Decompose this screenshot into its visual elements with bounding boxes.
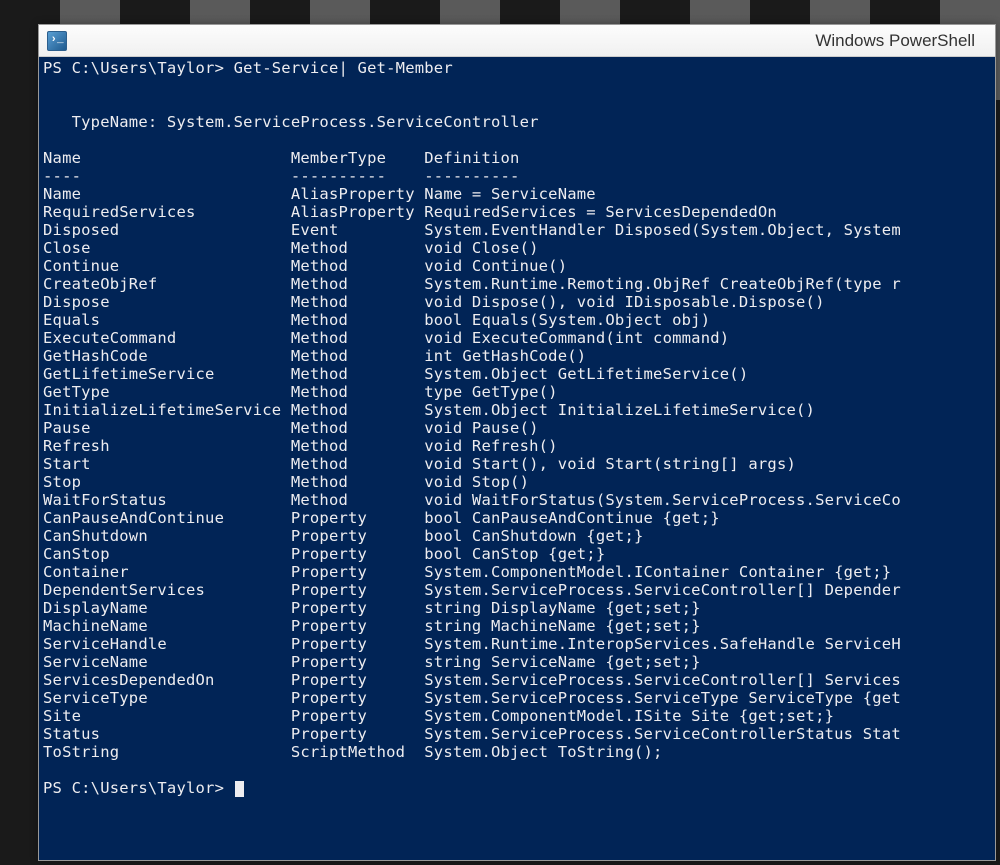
prompt-line-1: PS C:\Users\Taylor> Get-Service| Get-Mem…	[43, 59, 453, 77]
titlebar[interactable]: Windows PowerShell	[39, 25, 995, 57]
powershell-icon	[47, 31, 67, 51]
column-headers: Name MemberType Definition	[43, 149, 995, 167]
typename-line: TypeName: System.ServiceProcess.ServiceC…	[43, 113, 539, 131]
window-title: Windows PowerShell	[815, 31, 975, 51]
terminal-output[interactable]: PS C:\Users\Taylor> Get-Service| Get-Mem…	[39, 57, 995, 860]
cursor	[235, 781, 244, 797]
prompt-line-2: PS C:\Users\Taylor>	[43, 779, 244, 797]
powershell-window: Windows PowerShell PS C:\Users\Taylor> G…	[38, 24, 996, 861]
member-rows: Name AliasProperty Name = ServiceName Re…	[43, 185, 901, 761]
prompt-text: PS C:\Users\Taylor>	[43, 779, 234, 797]
column-dividers: ---- ---------- ----------	[43, 167, 995, 185]
